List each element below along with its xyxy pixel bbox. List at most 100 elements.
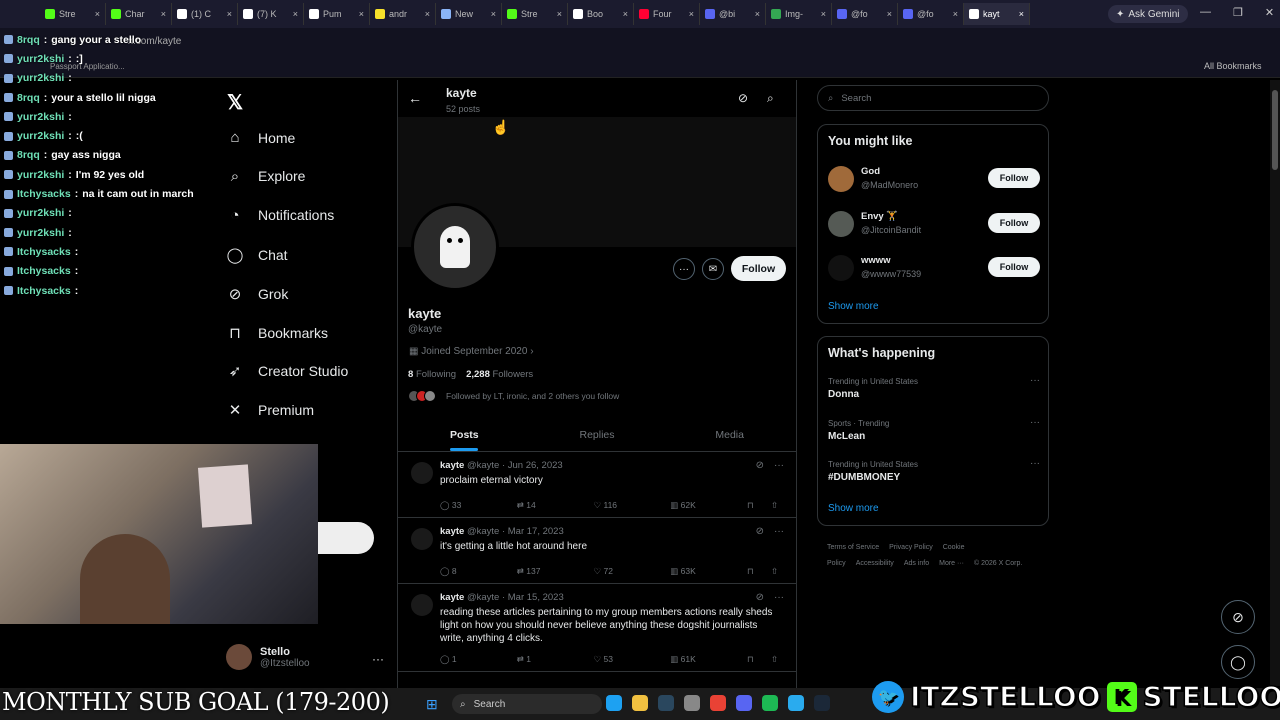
trend-item[interactable]: Trending in United States #DUMBMONEY ··· bbox=[828, 458, 1040, 483]
browser-tab[interactable]: Stre × bbox=[40, 3, 106, 25]
account-switcher[interactable]: Stello @Itzstelloo bbox=[226, 644, 310, 670]
bookmark-icon[interactable]: ⊓ bbox=[747, 654, 771, 665]
close-tab-icon[interactable]: × bbox=[821, 9, 826, 19]
reply-button[interactable]: ◯ 8 bbox=[440, 566, 517, 577]
windows-start-icon[interactable]: ⊞ bbox=[426, 696, 438, 713]
more-options-button[interactable]: ··· bbox=[673, 258, 695, 280]
browser-tab[interactable]: @fo × bbox=[832, 3, 898, 25]
followers-link[interactable]: 2,288 Followers bbox=[466, 369, 533, 380]
restore-icon[interactable]: ❐ bbox=[1233, 6, 1243, 19]
message-button[interactable]: ✉ bbox=[702, 258, 724, 280]
following-link[interactable]: 8 Following bbox=[408, 369, 456, 380]
followed-by[interactable]: Followed by LT, ironic, and 2 others you… bbox=[408, 390, 619, 402]
close-tab-icon[interactable]: × bbox=[1019, 9, 1024, 19]
close-tab-icon[interactable]: × bbox=[227, 9, 232, 19]
back-arrow-icon[interactable]: ← bbox=[408, 90, 422, 106]
telegram-icon[interactable] bbox=[788, 695, 804, 711]
more-icon[interactable]: ··· bbox=[774, 592, 784, 603]
browser-tab[interactable]: Pum × bbox=[304, 3, 370, 25]
profile-avatar[interactable] bbox=[411, 203, 499, 291]
close-tab-icon[interactable]: × bbox=[95, 9, 100, 19]
bookmark-icon[interactable]: ⊓ bbox=[747, 500, 771, 511]
sidebar-item-home[interactable]: ⌂ Home bbox=[226, 129, 295, 146]
folder-icon[interactable] bbox=[632, 695, 648, 711]
close-icon[interactable]: ✕ bbox=[1265, 6, 1274, 19]
browser-tab[interactable]: @bi × bbox=[700, 3, 766, 25]
post-author[interactable]: kayte bbox=[440, 460, 464, 471]
post-avatar[interactable] bbox=[411, 594, 433, 616]
post-author[interactable]: kayte bbox=[440, 526, 464, 537]
browser-tab[interactable]: @fo × bbox=[898, 3, 964, 25]
chrome-icon[interactable] bbox=[710, 695, 726, 711]
ask-gemini-button[interactable]: ✦ Ask Gemini bbox=[1108, 5, 1188, 23]
views-button[interactable]: ▥ 61K bbox=[670, 654, 747, 665]
footer-link[interactable]: © 2026 X Corp. bbox=[974, 560, 1022, 567]
close-tab-icon[interactable]: × bbox=[689, 9, 694, 19]
suggestion-item[interactable]: wwww @wwww77539 Follow bbox=[828, 252, 1040, 288]
follow-button[interactable]: Follow bbox=[988, 168, 1040, 188]
more-icon[interactable]: ··· bbox=[1030, 375, 1040, 386]
repost-button[interactable]: ⇄ 1 bbox=[517, 654, 594, 665]
follow-button[interactable]: Follow bbox=[988, 212, 1040, 233]
browser-tab[interactable]: (1) C × bbox=[172, 3, 238, 25]
like-button[interactable]: ♡ 53 bbox=[594, 654, 671, 665]
minimize-icon[interactable]: — bbox=[1200, 6, 1211, 19]
views-button[interactable]: ▥ 63K bbox=[670, 566, 747, 577]
search-icon[interactable]: ⌕ bbox=[767, 91, 774, 106]
close-tab-icon[interactable]: × bbox=[953, 9, 958, 19]
more-icon[interactable]: ··· bbox=[1030, 458, 1040, 469]
sidebar-item-notifications[interactable]: ◔ Notifications bbox=[226, 207, 334, 224]
show-more-link[interactable]: Show more bbox=[828, 301, 879, 312]
browser-tab[interactable]: Stre × bbox=[502, 3, 568, 25]
bookmark-icon[interactable]: ⊓ bbox=[747, 566, 771, 577]
close-tab-icon[interactable]: × bbox=[293, 9, 298, 19]
sidebar-item-creator-studio[interactable]: ➶ Creator Studio bbox=[226, 362, 349, 380]
taskbar-search[interactable]: ⌕ Search bbox=[452, 694, 602, 714]
more-icon[interactable]: ··· bbox=[774, 526, 784, 537]
reply-button[interactable]: ◯ 1 bbox=[440, 654, 517, 665]
edge-icon[interactable] bbox=[606, 695, 622, 711]
browser-tab[interactable]: (7) K × bbox=[238, 3, 304, 25]
browser-tab[interactable]: kayt × bbox=[964, 3, 1030, 25]
browser-tab[interactable]: Img- × bbox=[766, 3, 832, 25]
tab-posts[interactable]: Posts bbox=[398, 418, 531, 451]
steam-icon[interactable] bbox=[814, 695, 830, 711]
grok-icon[interactable]: ⊘ bbox=[738, 91, 748, 105]
views-button[interactable]: ▥ 62K bbox=[670, 500, 747, 511]
sidebar-item-premium[interactable]: ✕ Premium bbox=[226, 401, 314, 419]
post-avatar[interactable] bbox=[411, 462, 433, 484]
footer-link[interactable]: Privacy Policy bbox=[889, 544, 933, 551]
browser-tab[interactable]: Boo × bbox=[568, 3, 634, 25]
tab-media[interactable]: Media bbox=[663, 418, 796, 451]
discord-icon[interactable] bbox=[736, 695, 752, 711]
steam-icon[interactable] bbox=[658, 695, 674, 711]
like-button[interactable]: ♡ 72 bbox=[594, 566, 671, 577]
footer-link[interactable]: Accessibility bbox=[856, 560, 894, 567]
browser-tab[interactable]: andr × bbox=[370, 3, 436, 25]
spotify-icon[interactable] bbox=[762, 695, 778, 711]
close-tab-icon[interactable]: × bbox=[623, 9, 628, 19]
close-tab-icon[interactable]: × bbox=[755, 9, 760, 19]
suggestion-item[interactable]: God @MadMonero Follow bbox=[828, 163, 1040, 199]
post[interactable]: kayte @kayte · Mar 17, 2023 ⊘ ··· it's gett… bbox=[398, 518, 796, 584]
more-icon[interactable]: ··· bbox=[372, 652, 384, 666]
close-tab-icon[interactable]: × bbox=[161, 9, 166, 19]
reply-button[interactable]: ◯ 33 bbox=[440, 500, 517, 511]
repost-button[interactable]: ⇄ 14 bbox=[517, 500, 594, 511]
more-icon[interactable]: ··· bbox=[774, 460, 784, 471]
sidebar-item-grok[interactable]: ⊘ Grok bbox=[226, 285, 289, 303]
trend-item[interactable]: Sports · Trending McLean ··· bbox=[828, 417, 1040, 442]
scrollbar[interactable] bbox=[1270, 80, 1280, 686]
tab-replies[interactable]: Replies bbox=[531, 418, 664, 451]
footer-link[interactable]: Ads info bbox=[904, 560, 929, 567]
close-tab-icon[interactable]: × bbox=[491, 9, 496, 19]
grok-icon[interactable]: ⊘ bbox=[756, 460, 764, 471]
close-tab-icon[interactable]: × bbox=[425, 9, 430, 19]
all-bookmarks-button[interactable]: All Bookmarks bbox=[1204, 61, 1262, 71]
suggestion-item[interactable]: Envy 🏋 @JitcoinBandit Follow bbox=[828, 208, 1040, 244]
share-icon[interactable]: ⇧ bbox=[771, 654, 785, 665]
post[interactable]: kayte @kayte · Jun 26, 2023 ⊘ ··· proclaim … bbox=[398, 452, 796, 518]
sidebar-item-chat[interactable]: ◯ Chat bbox=[226, 246, 288, 264]
messages-fab[interactable]: ◯ bbox=[1221, 645, 1255, 679]
follow-button[interactable]: Follow bbox=[731, 256, 786, 281]
